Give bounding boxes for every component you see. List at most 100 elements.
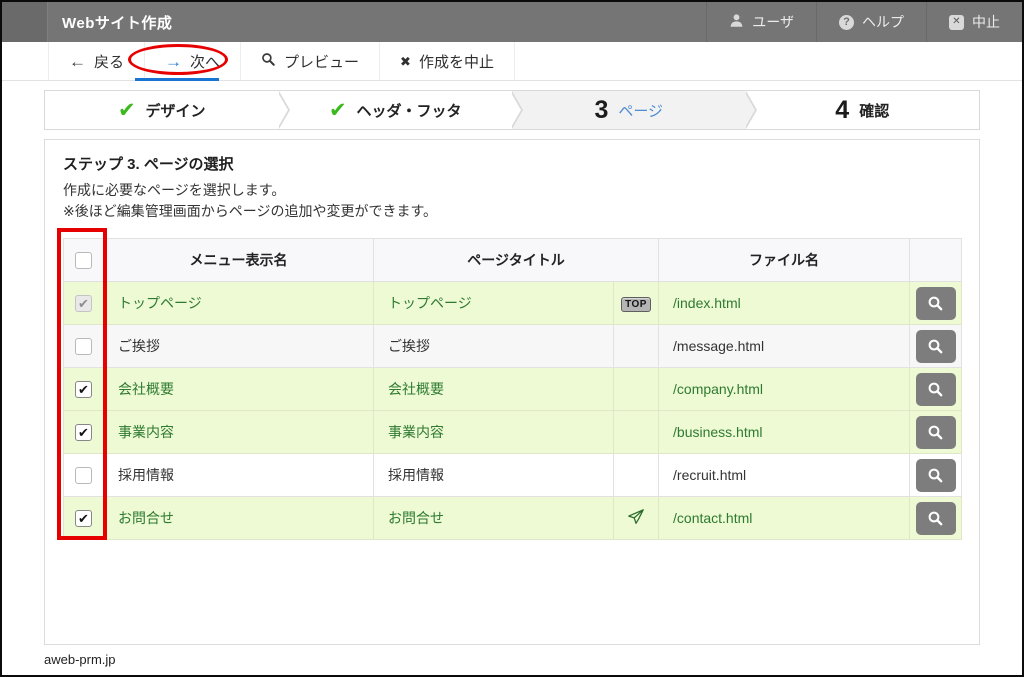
file-name-cell: /contact.html — [659, 497, 910, 540]
page-title: ステップ 3. ページの選択 — [63, 153, 961, 174]
panel-note: ※後ほど編集管理画面からページの追加や変更ができます。 — [63, 201, 961, 222]
help-button[interactable]: ? ヘルプ — [816, 2, 926, 42]
row-action-cell — [910, 411, 962, 454]
page-preview-button[interactable] — [916, 330, 956, 363]
row-checkbox-cell: ✔ — [64, 497, 104, 540]
file-name-cell: /recruit.html — [659, 454, 910, 497]
close-box-icon: ✕ — [949, 15, 964, 30]
app-title: Webサイト作成 — [62, 12, 172, 33]
page-title-cell: トップページ — [374, 282, 614, 325]
page-title-cell: 事業内容 — [374, 411, 614, 454]
table-header-row: メニュー表示名 ページタイトル ファイル名 — [64, 239, 962, 282]
magnifier-icon — [927, 338, 944, 355]
row-checkbox[interactable]: ✔ — [75, 381, 92, 398]
page-preview-button[interactable] — [916, 416, 956, 449]
app-window: Webサイト作成 ユーザ ? ヘルプ ✕ 中止 — [0, 0, 1024, 677]
row-action-cell — [910, 368, 962, 411]
step-label: ページ — [618, 100, 663, 121]
top-bar: Webサイト作成 ユーザ ? ヘルプ ✕ 中止 — [2, 2, 1022, 42]
menu-name-cell: 採用情報 — [104, 454, 374, 497]
column-header-file-name: ファイル名 — [659, 239, 910, 282]
select-all-checkbox[interactable] — [75, 252, 92, 269]
file-name-cell: /company.html — [659, 368, 910, 411]
preview-button-label: プレビュー — [284, 51, 359, 72]
row-checkbox[interactable] — [75, 338, 92, 355]
row-action-cell — [910, 454, 962, 497]
preview-button[interactable]: プレビュー — [241, 42, 380, 80]
row-checkbox-cell — [64, 454, 104, 497]
magnifier-icon — [927, 510, 944, 527]
magnifier-icon — [927, 381, 944, 398]
abort-button[interactable]: ✕ 中止 — [926, 2, 1022, 42]
x-icon: ✖ — [400, 55, 411, 68]
abort-button-label: 中止 — [972, 12, 1000, 32]
next-button[interactable]: → 次へ — [145, 42, 241, 80]
step-confirm: 4 確認 — [746, 91, 980, 129]
pages-table: メニュー表示名 ページタイトル ファイル名 ✔トップページトップページTOP/i… — [63, 238, 962, 540]
magnifier-icon — [927, 424, 944, 441]
wizard-toolbar: ← 戻る → 次へ プレビュー ✖ 作成を中止 — [2, 42, 1022, 81]
magnifier-icon — [261, 52, 276, 71]
next-button-label: 次へ — [190, 51, 220, 72]
page-preview-button[interactable] — [916, 459, 956, 492]
page-title-cell: ご挨拶 — [374, 325, 614, 368]
row-action-cell — [910, 497, 962, 540]
step-label: 確認 — [859, 100, 889, 121]
page-preview-button[interactable] — [916, 373, 956, 406]
menu-name-cell: ご挨拶 — [104, 325, 374, 368]
row-action-cell — [910, 282, 962, 325]
page-icon-cell — [614, 411, 659, 454]
table-row: 採用情報採用情報/recruit.html — [64, 454, 962, 497]
step-progress-bar: ✔ デザイン ✔ ヘッダ・フッタ 3 ページ 4 確認 — [44, 90, 980, 130]
row-checkbox: ✔ — [75, 295, 92, 312]
page-title-cell: 採用情報 — [374, 454, 614, 497]
row-checkbox-cell: ✔ — [64, 368, 104, 411]
row-checkbox[interactable] — [75, 467, 92, 484]
menu-name-cell: トップページ — [104, 282, 374, 325]
row-checkbox[interactable]: ✔ — [75, 510, 92, 527]
page-icon-cell — [614, 454, 659, 497]
step-header-footer: ✔ ヘッダ・フッタ — [279, 91, 513, 129]
page-title-cell: 会社概要 — [374, 368, 614, 411]
column-header-page-title: ページタイトル — [374, 239, 659, 282]
table-row: ✔トップページトップページTOP/index.html — [64, 282, 962, 325]
select-all-header-cell — [64, 239, 104, 282]
step-number: 3 — [594, 98, 608, 123]
menu-name-cell: 会社概要 — [104, 368, 374, 411]
send-icon — [627, 508, 645, 526]
arrow-right-icon: → — [165, 53, 182, 70]
help-button-label: ヘルプ — [862, 12, 904, 32]
file-name-cell: /message.html — [659, 325, 910, 368]
menu-name-cell: 事業内容 — [104, 411, 374, 454]
user-icon — [729, 13, 744, 31]
check-icon: ✔ — [329, 100, 347, 121]
top-badge: TOP — [621, 297, 651, 312]
table-row: ✔ 会社概要会社概要/company.html — [64, 368, 962, 411]
page-icon-cell — [614, 497, 659, 540]
table-row: ご挨拶ご挨拶/message.html — [64, 325, 962, 368]
table-row: ✔お問合せお問合せ/contact.html — [64, 497, 962, 540]
file-name-cell: /business.html — [659, 411, 910, 454]
row-checkbox[interactable]: ✔ — [75, 424, 92, 441]
user-button[interactable]: ユーザ — [706, 2, 816, 42]
arrow-left-icon: ← — [69, 53, 86, 70]
topbar-actions: ユーザ ? ヘルプ ✕ 中止 — [706, 2, 1022, 42]
table-row: ✔ 事業内容事業内容/business.html — [64, 411, 962, 454]
page-preview-button[interactable] — [916, 502, 956, 535]
column-header-actions — [910, 239, 962, 282]
row-checkbox-cell — [64, 325, 104, 368]
help-icon: ? — [839, 15, 854, 30]
step-pages-current: 3 ページ — [512, 91, 746, 129]
page-preview-button[interactable] — [916, 287, 956, 320]
back-button[interactable]: ← 戻る — [48, 42, 145, 80]
column-header-menu-name: メニュー表示名 — [104, 239, 374, 282]
back-button-label: 戻る — [94, 51, 124, 72]
page-icon-cell — [614, 368, 659, 411]
panel-description: 作成に必要なページを選択します。 — [63, 180, 961, 201]
page-icon-cell: TOP — [614, 282, 659, 325]
pages-table-body: ✔トップページトップページTOP/index.htmlご挨拶ご挨拶/messag… — [64, 282, 962, 540]
user-button-label: ユーザ — [752, 12, 794, 32]
row-checkbox-cell: ✔ — [64, 282, 104, 325]
page-title-cell: お問合せ — [374, 497, 614, 540]
cancel-creation-button[interactable]: ✖ 作成を中止 — [380, 42, 515, 80]
